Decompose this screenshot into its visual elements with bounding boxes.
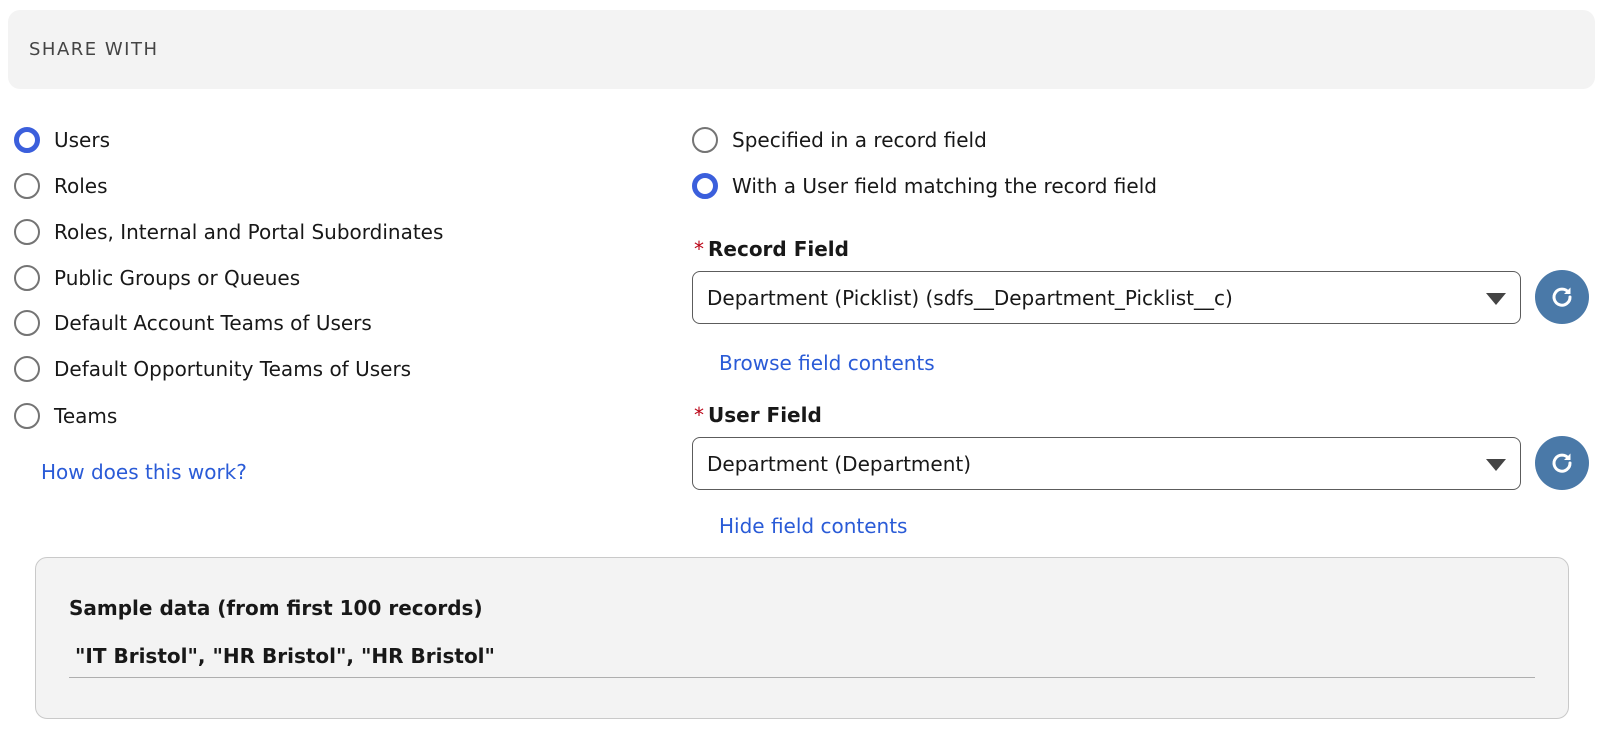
radio-label: Users (54, 128, 111, 152)
radio-option-account-teams[interactable]: Default Account Teams of Users (14, 310, 372, 336)
radio-option-roles-subordinates[interactable]: Roles, Internal and Portal Subordinates (14, 219, 443, 245)
radio-button-specified-in-record-field[interactable] (692, 127, 718, 153)
divider (69, 677, 1535, 678)
refresh-icon (1552, 287, 1572, 307)
radio-label: Teams (54, 404, 118, 428)
radio-button-user-field-matching[interactable] (692, 173, 718, 199)
record-field-value: Department (Picklist) (sdfs__Department_… (707, 285, 1233, 310)
user-field-label-text: User Field (708, 403, 822, 427)
radio-option-teams[interactable]: Teams (14, 403, 117, 429)
radio-button-roles-subordinates[interactable] (14, 219, 40, 245)
radio-button-public-groups[interactable] (14, 265, 40, 291)
radio-option-users[interactable]: Users (14, 127, 110, 153)
radio-label: Specified in a record field (732, 128, 987, 152)
sample-data-value: "IT Bristol", "HR Bristol", "HR Bristol" (75, 644, 495, 668)
radio-button-teams[interactable] (14, 403, 40, 429)
record-field-refresh-button[interactable] (1535, 270, 1589, 324)
section-title: SHARE WITH (29, 39, 159, 60)
radio-option-user-field-matching[interactable]: With a User field matching the record fi… (692, 173, 1157, 199)
radio-button-account-teams[interactable] (14, 310, 40, 336)
radio-label: Public Groups or Queues (54, 266, 301, 290)
radio-option-roles[interactable]: Roles (14, 173, 108, 199)
share-with-header: SHARE WITH (8, 10, 1595, 89)
radio-option-specified-in-record-field[interactable]: Specified in a record field (692, 127, 987, 153)
chevron-down-icon (1486, 293, 1506, 305)
required-marker: * (694, 237, 704, 261)
required-marker: * (694, 403, 704, 427)
user-field-label: * User Field (694, 403, 822, 427)
radio-button-opportunity-teams[interactable] (14, 356, 40, 382)
sample-data-panel: Sample data (from first 100 records) "IT… (35, 557, 1569, 719)
radio-option-public-groups[interactable]: Public Groups or Queues (14, 265, 300, 291)
user-field-value: Department (Department) (707, 451, 972, 476)
hide-field-contents-link[interactable]: Hide field contents (719, 514, 907, 538)
refresh-icon (1552, 453, 1572, 473)
radio-label: With a User field matching the record fi… (732, 174, 1157, 198)
user-field-select[interactable]: Department (Department) (692, 437, 1521, 490)
how-does-this-work-link[interactable]: How does this work? (41, 460, 247, 484)
radio-button-roles[interactable] (14, 173, 40, 199)
radio-label: Default Opportunity Teams of Users (54, 357, 412, 381)
record-field-select[interactable]: Department (Picklist) (sdfs__Department_… (692, 271, 1521, 324)
radio-label: Roles (54, 174, 108, 198)
radio-label: Roles, Internal and Portal Subordinates (54, 220, 444, 244)
record-field-label: * Record Field (694, 237, 849, 261)
record-field-label-text: Record Field (708, 237, 849, 261)
browse-field-contents-link[interactable]: Browse field contents (719, 351, 935, 375)
chevron-down-icon (1486, 459, 1506, 471)
user-field-refresh-button[interactable] (1535, 436, 1589, 490)
radio-button-users[interactable] (14, 127, 40, 153)
radio-option-opportunity-teams[interactable]: Default Opportunity Teams of Users (14, 356, 411, 382)
sample-data-title: Sample data (from first 100 records) (69, 596, 483, 620)
radio-label: Default Account Teams of Users (54, 311, 372, 335)
